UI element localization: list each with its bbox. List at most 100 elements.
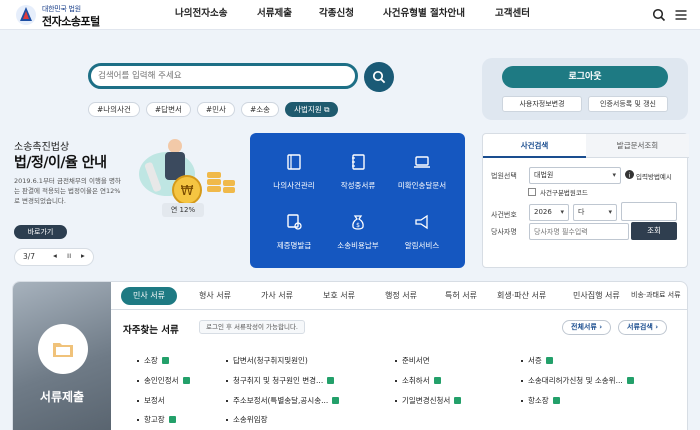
bullet — [226, 360, 228, 362]
all-documents-label: 전체서류 — [571, 323, 597, 331]
promo-pager: 3/7 ◂ ıı ▸ — [14, 248, 94, 266]
interest-rate-badge: 연 12% — [162, 203, 204, 217]
all-documents-button[interactable]: 전체서류 › — [562, 320, 612, 335]
chevron-right-icon: › — [599, 323, 603, 331]
doc-item[interactable]: 소취하서 — [395, 375, 441, 386]
doc-item-label: 보정서 — [144, 396, 165, 405]
document-type-tabs: 민사 서류 형사 서류 가사 서류 보호 서류 행정 서류 특허 서류 회생·파… — [111, 282, 687, 310]
tile-notification-service[interactable]: 알림서비스 — [386, 213, 458, 251]
doc-item[interactable]: 청구취지 및 청구원인 변경... — [226, 375, 335, 386]
case-serial-input[interactable] — [621, 202, 677, 221]
search-icon — [372, 70, 386, 84]
tab-administrative-docs[interactable]: 행정 서류 — [385, 290, 417, 301]
case-number-label: 사건번호 — [491, 211, 517, 219]
doc-item[interactable]: 답변서(청구취지및원인) — [226, 355, 308, 366]
bullet — [395, 400, 397, 402]
search-icon[interactable] — [652, 8, 666, 22]
doc-item-label: 소송대리허가신청 및 소송위... — [528, 376, 623, 385]
tile-label: 알림서비스 — [404, 241, 440, 250]
court-logo[interactable]: 대한민국 법원 전자소송포털 — [14, 3, 124, 28]
chip-my-case[interactable]: #나의사건 — [88, 102, 140, 117]
doc-item[interactable]: 소장 — [137, 355, 169, 366]
doc-item[interactable]: 항소장 — [521, 395, 560, 406]
party-name-label: 당사자명 — [491, 228, 517, 236]
party-name-input[interactable] — [529, 223, 629, 240]
doc-item-label: 소송위임장 — [233, 415, 268, 424]
chevron-down-icon: ▾ — [560, 208, 564, 216]
tile-litigation-fee[interactable]: $ 소송비용납부 — [322, 213, 394, 251]
bullet — [521, 380, 523, 382]
year-select[interactable]: 2026 ▾ — [529, 204, 569, 221]
doc-item-label: 소취하서 — [402, 376, 430, 385]
pause-icon[interactable]: ıı — [67, 251, 71, 260]
doc-item[interactable]: 기일변경신청서 — [395, 395, 462, 406]
promo-more-button[interactable]: 바로가기 — [14, 225, 67, 239]
tab-patent-docs[interactable]: 특허 서류 — [445, 290, 477, 301]
search-button[interactable] — [364, 62, 394, 92]
frequent-docs-title: 자주찾는 서류 — [123, 325, 179, 336]
doc-item[interactable]: 소송대리허가신청 및 소송위... — [521, 375, 634, 386]
promo-title: 법/정/이/율 안내 — [14, 155, 107, 171]
doc-item[interactable]: 소송위임장 — [226, 414, 268, 425]
doc-item-label: 주소보정서(특별송달,공시송... — [233, 396, 329, 405]
form-file-icon — [327, 377, 335, 384]
logout-button[interactable]: 로그아웃 — [502, 66, 668, 88]
chevron-down-icon: ▾ — [608, 208, 612, 216]
nav-my-e-litigation[interactable]: 나의전자소송 — [175, 0, 257, 30]
chip-judicial-support[interactable]: 사법지원 ⧉ — [285, 102, 339, 117]
bullet — [137, 380, 139, 382]
input-example-link[interactable]: 입력방법예시 — [636, 171, 672, 181]
bullet — [137, 360, 139, 362]
doc-item[interactable]: 주소보정서(특별송달,공시송... — [226, 395, 340, 406]
case-search-button[interactable]: 조회 — [631, 222, 677, 240]
svg-text:i: i — [629, 171, 631, 179]
document-search-label: 서류검색 — [627, 323, 653, 331]
nav-customer-center[interactable]: 고객센터 — [495, 0, 555, 30]
megaphone-icon — [415, 214, 428, 230]
tab-issued-doc-lookup[interactable]: 발급문서조회 — [586, 134, 689, 158]
chip-answer[interactable]: #답변서 — [145, 102, 191, 117]
logo-title: 전자소송포털 — [42, 15, 100, 28]
court-select[interactable]: 대법원 ▾ — [529, 167, 621, 184]
nav-applications[interactable]: 각종신청 — [319, 0, 383, 30]
year-value: 2026 — [534, 208, 552, 216]
info-icon[interactable]: i — [625, 170, 634, 179]
user-info-change-link[interactable]: 사용자정보변경 — [502, 96, 582, 112]
tab-family-docs[interactable]: 가사 서류 — [261, 290, 293, 301]
tab-non-contentious-docs[interactable]: 비송·과태료 서류 — [631, 290, 681, 300]
chip-lawsuit[interactable]: #소송 — [240, 102, 280, 117]
doc-item[interactable]: 항고장 — [137, 414, 176, 425]
tile-certificate-issue[interactable]: 제증명발급 — [258, 213, 330, 251]
doc-item[interactable]: 준비서면 — [395, 355, 430, 366]
doc-item[interactable]: 송인인정서 — [137, 375, 190, 386]
tab-criminal-docs[interactable]: 형사 서류 — [199, 290, 231, 301]
tab-bankruptcy-docs[interactable]: 회생·파산 서류 — [497, 290, 546, 301]
prev-icon[interactable]: ◂ — [53, 251, 57, 260]
next-icon[interactable]: ▸ — [81, 251, 85, 260]
document-search-button[interactable]: 서류검색 › — [618, 320, 668, 335]
search-input[interactable] — [98, 68, 348, 84]
doc-item[interactable]: 보정서 — [137, 395, 165, 406]
tab-case-search[interactable]: 사건검색 — [483, 134, 586, 158]
prev-court-checkbox[interactable] — [528, 188, 536, 196]
tab-civil-docs[interactable]: 민사 서류 — [121, 287, 177, 305]
doc-item-label: 준비서면 — [402, 356, 430, 365]
tile-unread-deliveries[interactable]: 미확인송달문서 — [386, 153, 458, 191]
case-type-select[interactable]: 다 ▾ — [573, 204, 617, 221]
tab-protection-docs[interactable]: 보호 서류 — [323, 290, 355, 301]
chevron-right-icon: › — [655, 323, 659, 331]
documents-side-banner[interactable]: 서류제출 — [13, 282, 111, 430]
menu-icon[interactable] — [674, 8, 688, 22]
form-file-icon — [545, 357, 553, 364]
nav-case-procedures[interactable]: 사건유형별 절차안내 — [383, 0, 495, 30]
bullet — [395, 380, 397, 382]
tile-my-case-management[interactable]: 나의사건관리 — [258, 153, 330, 191]
tile-drafts[interactable]: 작성중서류 — [322, 153, 394, 191]
certificate-register-link[interactable]: 인증서등록 및 갱신 — [588, 96, 668, 112]
bullet — [521, 360, 523, 362]
promo-description: 2019.6.1부터 금전채무의 이행을 명하는 판결에 적용되는 법정이율은 … — [14, 177, 121, 205]
tab-execution-docs[interactable]: 민사집행 서류 — [573, 290, 620, 301]
chip-civil[interactable]: #민사 — [196, 102, 235, 117]
doc-item[interactable]: 서증 — [521, 355, 553, 366]
nav-document-submit[interactable]: 서류제출 — [257, 0, 319, 30]
